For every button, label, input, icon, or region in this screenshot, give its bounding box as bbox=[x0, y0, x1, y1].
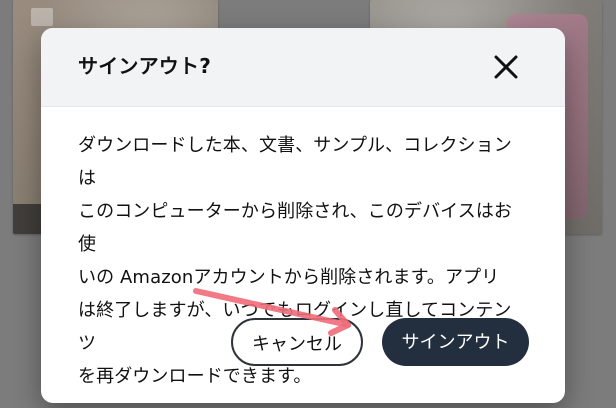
cancel-button[interactable]: キャンセル bbox=[231, 318, 363, 366]
signout-dialog: サインアウト? ダウンロードした本、文書、サンプル、コレクションは このコンピュ… bbox=[41, 28, 565, 403]
close-icon bbox=[491, 52, 521, 82]
dialog-header: サインアウト? bbox=[41, 28, 565, 107]
signout-button[interactable]: サインアウト bbox=[382, 318, 529, 366]
dialog-title: サインアウト? bbox=[78, 54, 212, 78]
message-line: いの Amazonアカウントから削除されます。アプリ bbox=[78, 267, 500, 288]
message-line: ダウンロードした本、文書、サンプル、コレクションは bbox=[78, 135, 512, 189]
message-line: このコンピューターから削除され、このデバイスはお使 bbox=[78, 201, 513, 255]
dialog-actions: キャンセル サインアウト bbox=[41, 318, 565, 378]
close-button[interactable] bbox=[491, 52, 521, 82]
